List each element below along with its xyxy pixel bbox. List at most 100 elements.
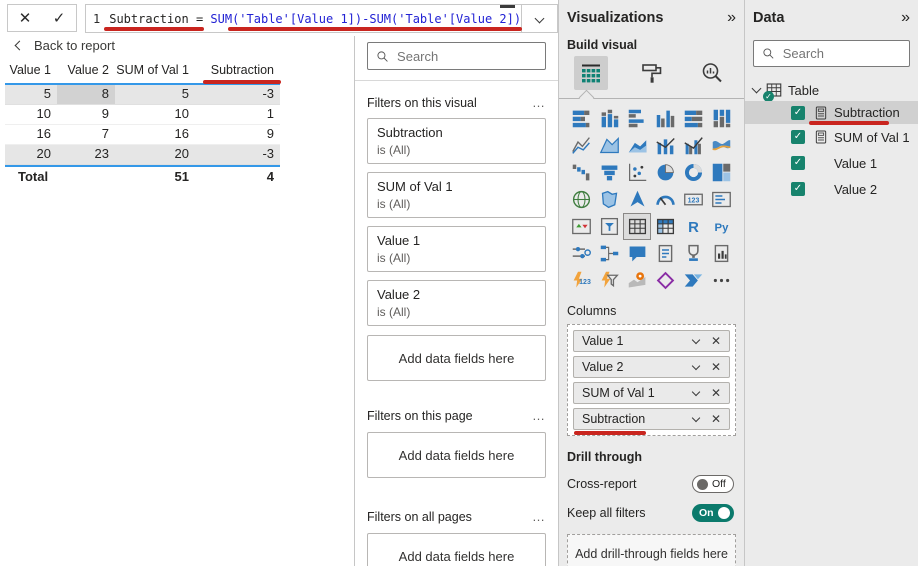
visual-icon-gauge[interactable]: [651, 186, 679, 213]
field-pill-sum-of-val1[interactable]: SUM of Val 1 ✕: [573, 382, 730, 404]
visual-icon-kpi[interactable]: [567, 213, 595, 240]
visual-icon-card[interactable]: 123: [679, 186, 707, 213]
visual-icon-q-and-a[interactable]: [623, 240, 651, 267]
keep-all-filters-toggle[interactable]: On: [692, 504, 734, 522]
more-options-icon[interactable]: …: [532, 509, 546, 524]
filters-search-box[interactable]: [367, 42, 546, 70]
remove-field-icon[interactable]: ✕: [711, 335, 721, 347]
visual-icon-azure-map[interactable]: [623, 186, 651, 213]
table-cell[interactable]: 9: [195, 125, 280, 144]
visual-icon-slicer[interactable]: [595, 213, 623, 240]
field-checkbox-checked[interactable]: [791, 182, 805, 196]
data-search-input[interactable]: [782, 46, 901, 61]
table-visual[interactable]: Value 1 Value 2 SUM of Val 1 Subtraction…: [5, 60, 281, 188]
visual-icon-power-automate[interactable]: [679, 267, 707, 294]
visual-icon-decomposition-tree[interactable]: [595, 240, 623, 267]
field-checkbox-checked[interactable]: [791, 130, 805, 144]
table-cell[interactable]: 5: [5, 85, 57, 104]
more-options-icon[interactable]: …: [532, 95, 546, 110]
filter-card[interactable]: Subtraction is (All): [367, 118, 546, 164]
field-checkbox-checked[interactable]: [791, 105, 805, 120]
field-pill-value2[interactable]: Value 2 ✕: [573, 356, 730, 378]
visual-icon-line-chart[interactable]: [567, 132, 595, 159]
data-search-box[interactable]: [753, 40, 910, 67]
visual-icon-funnel-chart[interactable]: [595, 159, 623, 186]
field-pill-subtraction[interactable]: Subtraction ✕: [573, 408, 730, 435]
table-cell[interactable]: 10: [115, 105, 195, 124]
cross-report-toggle[interactable]: Off: [692, 475, 734, 493]
table-cell[interactable]: 16: [115, 125, 195, 144]
visual-icon-stacked-bar-chart[interactable]: [567, 105, 595, 132]
visual-icon-waterfall-chart[interactable]: [567, 159, 595, 186]
visual-icon-stacked-area-chart[interactable]: [623, 132, 651, 159]
field-checkbox-checked[interactable]: [791, 156, 805, 170]
table-cell[interactable]: 9: [57, 105, 115, 124]
table-cell[interactable]: -3: [195, 85, 280, 104]
visual-icon-stacked-column-chart[interactable]: [595, 105, 623, 132]
field-row-sum-of-val1[interactable]: SUM of Val 1: [753, 124, 910, 150]
table-cell[interactable]: 20: [115, 145, 195, 164]
remove-field-icon[interactable]: ✕: [711, 413, 721, 425]
filter-card[interactable]: SUM of Val 1 is (All): [367, 172, 546, 218]
field-row-value1[interactable]: Value 1: [753, 150, 910, 176]
chevron-down-icon[interactable]: [691, 387, 701, 397]
visual-icon-map[interactable]: [567, 186, 595, 213]
chevron-down-icon[interactable]: [751, 83, 762, 94]
table-cell[interactable]: 7: [57, 125, 115, 144]
filter-card[interactable]: Value 2 is (All): [367, 280, 546, 326]
table-cell[interactable]: 23: [57, 145, 115, 164]
table-cell[interactable]: 16: [5, 125, 57, 144]
columns-field-well[interactable]: Value 1 ✕ Value 2 ✕ SUM of Val 1 ✕ Subtr…: [567, 324, 736, 436]
table-cell[interactable]: -3: [195, 145, 280, 164]
visual-icon-donut-chart[interactable]: [679, 159, 707, 186]
field-pill-value1[interactable]: Value 1 ✕: [573, 330, 730, 352]
remove-field-icon[interactable]: ✕: [711, 361, 721, 373]
cancel-formula-icon[interactable]: ✕: [19, 9, 32, 27]
table-cell[interactable]: 1: [195, 105, 280, 124]
visual-icon-line-and-clustered-column-chart[interactable]: [679, 132, 707, 159]
table-node[interactable]: ✓ Table: [751, 79, 910, 102]
visual-icon-key-influencers[interactable]: [567, 240, 595, 267]
collapse-pane-icon[interactable]: »: [901, 10, 910, 26]
back-to-report[interactable]: Back to report: [14, 38, 115, 53]
remove-field-icon[interactable]: ✕: [711, 387, 721, 399]
table-cell[interactable]: 20: [5, 145, 57, 164]
formula-bar-expand-button[interactable]: [521, 5, 557, 32]
collapse-pane-icon[interactable]: »: [727, 10, 736, 26]
visual-icon-clustered-column-chart[interactable]: [651, 105, 679, 132]
chevron-down-icon[interactable]: [691, 361, 701, 371]
visual-icon-table[interactable]: [623, 213, 651, 240]
add-data-fields-dropzone[interactable]: Add data fields here: [367, 432, 546, 478]
more-options-icon[interactable]: …: [532, 408, 546, 423]
formula-bar-resize-handle[interactable]: [500, 5, 515, 8]
filters-search-input[interactable]: [397, 48, 537, 64]
add-drill-through-fields-dropzone[interactable]: Add drill-through fields here: [567, 534, 736, 566]
field-row-value2[interactable]: Value 2: [753, 176, 910, 202]
visual-icon-scatter-chart[interactable]: [623, 159, 651, 186]
visual-icon-hundred-stacked-column-chart[interactable]: [707, 105, 735, 132]
tab-build-visual[interactable]: [574, 56, 608, 90]
field-row-subtraction[interactable]: Subtraction: [745, 101, 918, 125]
visual-icon-pie-chart[interactable]: [651, 159, 679, 186]
dax-formula-bar[interactable]: 1 Subtraction = SUM('Table'[Value 1])-SUM…: [85, 4, 558, 33]
add-data-fields-dropzone[interactable]: Add data fields here: [367, 335, 546, 381]
add-data-fields-dropzone[interactable]: Add data fields here: [367, 533, 546, 566]
visual-icon-treemap[interactable]: [707, 159, 735, 186]
filter-card[interactable]: Value 1 is (All): [367, 226, 546, 272]
visual-icon-paginated-report[interactable]: [707, 240, 735, 267]
visual-icon-r-script-visual[interactable]: R: [679, 213, 707, 240]
chevron-down-icon[interactable]: [691, 335, 701, 345]
visual-icon-clustered-bar-chart[interactable]: [623, 105, 651, 132]
visual-icon-new-card[interactable]: 123: [567, 267, 595, 294]
table-cell[interactable]: 10: [5, 105, 57, 124]
tab-analytics[interactable]: [695, 56, 729, 90]
commit-formula-icon[interactable]: ✓: [53, 9, 66, 27]
visual-icon-metrics[interactable]: [679, 240, 707, 267]
visual-icon-line-and-stacked-column-chart[interactable]: [651, 132, 679, 159]
column-header[interactable]: Value 1: [5, 60, 57, 83]
chevron-down-icon[interactable]: [691, 413, 701, 423]
visual-icon-multi-row-card[interactable]: [707, 186, 735, 213]
visual-icon-more-visuals[interactable]: [707, 267, 735, 294]
visual-icon-ribbon-chart[interactable]: [707, 132, 735, 159]
visual-icon-arcgis-map[interactable]: [623, 267, 651, 294]
